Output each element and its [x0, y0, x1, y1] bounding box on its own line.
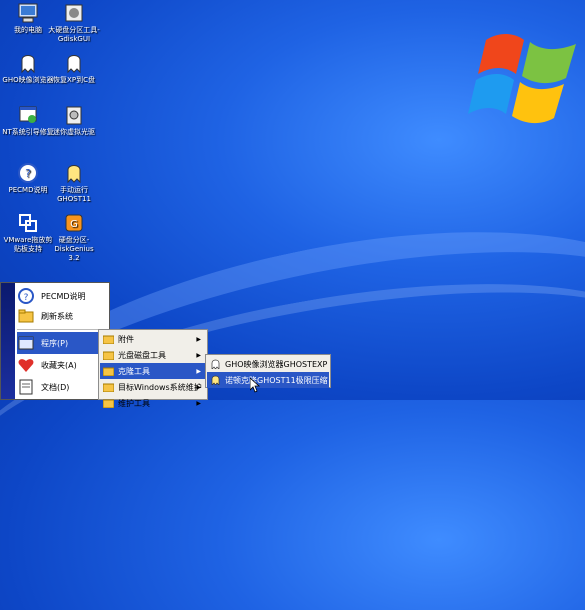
menu-item-label: GHO映像浏览器GHOSTEXP [225, 359, 328, 369]
computer-icon [18, 3, 38, 23]
start-item-label: 刷新系统 [41, 311, 73, 321]
desktop-icon-label: PECMD说明 [8, 186, 48, 194]
submenu-arrow-icon: ▶ [196, 367, 201, 375]
desktop-icon-pecmd-help[interactable]: ? PECMD说明 [2, 162, 54, 195]
desktop-icon-label: 手动运行GHOST11 [57, 186, 91, 203]
ghost-icon [21, 55, 35, 74]
menu-item-label: 诺顿克隆GHOST11极限压缩 [225, 375, 328, 385]
clone-item-ghost11-compress[interactable]: 诺顿克隆GHOST11极限压缩 [207, 372, 329, 388]
menu-item-label: 维护工具 [118, 398, 150, 408]
menu-item-label: 克隆工具 [118, 366, 150, 376]
ghost-icon [211, 359, 220, 369]
svg-text:?: ? [25, 167, 31, 180]
folder-icon [103, 351, 114, 360]
start-menu-separator [17, 329, 107, 330]
start-item-label: 程序(P) [41, 338, 69, 348]
desktop-icon-label: NT系统引导修复 [2, 128, 54, 136]
programs-submenu: 附件 ▶ 光盘磁盘工具 ▶ 克隆工具 ▶ 目标Windows系统维护 ▶ 维护工… [98, 329, 208, 408]
desktop-icon-computer[interactable]: 我的电脑 [2, 2, 54, 35]
ghost-icon [67, 55, 81, 74]
programs-item-clone-tools[interactable]: 克隆工具 ▶ [100, 363, 206, 379]
svg-text:?: ? [24, 293, 29, 303]
desktop-icon-label: 大硬盘分区工具-GdiskGUI [48, 26, 100, 43]
desktop-icon-label: 我的电脑 [14, 26, 42, 34]
help-icon: ? [18, 288, 34, 304]
menu-item-label: 光盘磁盘工具 [118, 350, 166, 360]
documents-icon [19, 379, 33, 395]
clone-item-gho-viewer[interactable]: GHO映像浏览器GHOSTEXP [207, 356, 329, 372]
cd-drive-icon [66, 106, 82, 125]
start-item-label: 文档(D) [41, 382, 70, 392]
vmware-icon [19, 214, 37, 232]
folder-icon [103, 383, 114, 392]
desktop-icon-vmware-drag[interactable]: VMware拖放剪贴板支持 [2, 212, 54, 254]
mouse-cursor-icon [250, 378, 260, 393]
desktop-icon-restore-xp[interactable]: 恢复XP到C盘 [48, 52, 100, 85]
clone-tools-submenu: GHO映像浏览器GHOSTEXP 诺顿克隆GHOST11极限压缩 [205, 354, 331, 388]
windows-logo-icon [468, 34, 576, 124]
submenu-arrow-icon: ▶ [196, 399, 201, 407]
folder-icon [103, 367, 114, 376]
desktop-icon-nt-boot-repair[interactable]: NT系统引导修复 [2, 104, 54, 137]
programs-icon [18, 336, 34, 350]
submenu-arrow-icon: ▶ [196, 335, 201, 343]
submenu-arrow-icon: ▶ [196, 351, 201, 359]
programs-item-accessories[interactable]: 附件 ▶ [100, 331, 206, 347]
desktop-icon-label: VMware拖放剪贴板支持 [3, 236, 53, 253]
desktop-icon-label: 硬盘分区-DiskGenius 3.2 [54, 236, 94, 262]
ghost-icon [67, 165, 81, 184]
desktop-icon-mini-virtual-cd[interactable]: 迷你虚拟光驱 [48, 104, 100, 137]
desktop-icon-label: 恢复XP到C盘 [53, 76, 95, 84]
refresh-folder-icon [18, 309, 34, 323]
desktop-icon-diskgenius[interactable]: G 硬盘分区-DiskGenius 3.2 [48, 212, 100, 263]
menu-item-label: 附件 [118, 334, 134, 344]
ghost-icon [211, 375, 220, 385]
start-item-label: PECMD说明 [41, 291, 86, 301]
start-item-programs[interactable]: 程序(P) ▶ [17, 332, 109, 354]
desktop-icon-gho-viewer[interactable]: GHO映像浏览器 [2, 52, 54, 85]
start-item-refresh[interactable]: 刷新系统 [17, 305, 109, 327]
start-item-documents[interactable]: 文档(D) ▶ [17, 376, 109, 398]
start-item-favorites[interactable]: 收藏夹(A) ▶ [17, 354, 109, 376]
svg-text:G: G [70, 219, 78, 230]
disk-tool-icon [65, 4, 83, 22]
diskgenius-icon: G [65, 214, 83, 232]
start-menu: ? PECMD说明 刷新系统 程序(P) ▶ 收藏夹(A) ▶ 文档(D) ▶ [0, 282, 110, 400]
folder-icon [103, 335, 114, 344]
programs-item-windows-maintenance[interactable]: 目标Windows系统维护 ▶ [100, 379, 206, 395]
programs-item-disk-tools[interactable]: 光盘磁盘工具 ▶ [100, 347, 206, 363]
window-repair-icon [19, 106, 37, 123]
start-menu-sidebar [1, 283, 15, 399]
start-item-pecmd[interactable]: ? PECMD说明 [17, 285, 109, 307]
start-item-label: 收藏夹(A) [41, 360, 77, 370]
desktop-icon-diskgenius-tool[interactable]: 大硬盘分区工具-GdiskGUI [48, 2, 100, 44]
desktop-icon-label: GHO映像浏览器 [2, 76, 54, 84]
desktop-icon-label: 迷你虚拟光驱 [53, 128, 95, 136]
menu-item-label: 目标Windows系统维护 [118, 382, 202, 392]
submenu-arrow-icon: ▶ [196, 383, 201, 391]
desktop-icon-ghost11-manual[interactable]: 手动运行GHOST11 [48, 162, 100, 204]
programs-item-maintenance-tools[interactable]: 维护工具 ▶ [100, 395, 206, 411]
heart-icon [18, 359, 34, 372]
help-icon: ? [18, 163, 38, 183]
